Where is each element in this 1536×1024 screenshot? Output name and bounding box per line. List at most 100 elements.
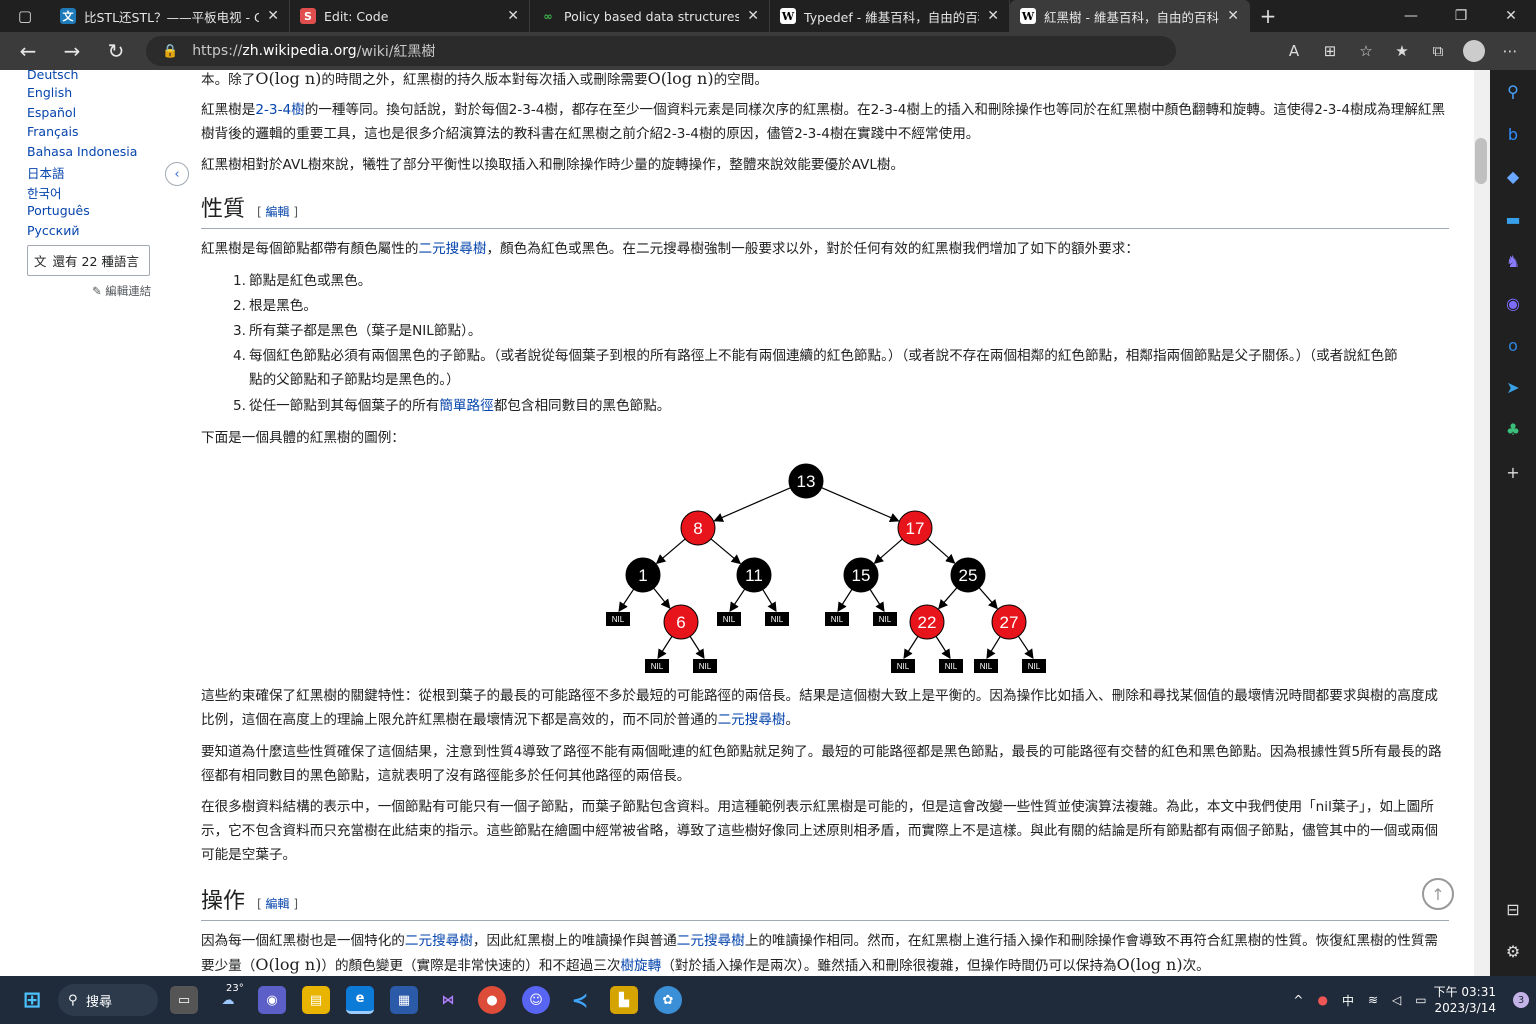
edit-section-link[interactable]: 編輯 xyxy=(266,205,290,219)
close-tab-icon[interactable]: ✕ xyxy=(267,8,279,24)
store-icon[interactable]: ▦ xyxy=(390,986,418,1014)
collapse-sidebar-icon[interactable]: ‹ xyxy=(165,162,189,186)
taskbar: ⊞ ⚲ 搜尋 ▭ ☁ 23° ◉ ▤ e ▦ ⋈ ● ☺ ≺ ▙ ✿ ^ ● 中 … xyxy=(0,976,1536,1024)
tab-3[interactable]: W Typedef - 維基百科，自由的百科 ✕ xyxy=(770,0,1010,32)
lang-link[interactable]: Français xyxy=(27,124,79,139)
tab-4[interactable]: W 紅黑樹 - 維基百科，自由的百科全 ✕ xyxy=(1010,0,1250,32)
favorites-icon[interactable]: ★ xyxy=(1384,42,1420,60)
lang-link[interactable]: Русский xyxy=(27,223,79,238)
input-method[interactable]: 中 xyxy=(1342,992,1354,1009)
taskbar-search[interactable]: ⚲ 搜尋 xyxy=(58,984,158,1016)
games-icon[interactable]: ♞ xyxy=(1490,252,1536,271)
search-icon[interactable]: ⚲ xyxy=(1490,82,1536,101)
link-bst[interactable]: 二元搜尋樹 xyxy=(718,712,786,728)
forward-icon[interactable]: → xyxy=(50,39,94,63)
link-tree-rotation[interactable]: 樹旋轉 xyxy=(620,958,661,974)
task-view-icon[interactable]: ▭ xyxy=(170,986,198,1014)
add-favorite-icon[interactable]: ☆ xyxy=(1348,42,1384,60)
tree-edge xyxy=(762,589,777,613)
paragraph: 紅黑樹是每個節點都帶有顏色屬性的二元搜尋樹，顏色為紅色或黑色。在二元搜尋樹強制一… xyxy=(201,241,1139,257)
discord-icon[interactable]: ☺ xyxy=(522,986,550,1014)
tree-icon[interactable]: ♣ xyxy=(1490,420,1536,439)
link-bst[interactable]: 二元搜尋樹 xyxy=(405,933,473,949)
volume-icon[interactable]: ◁ xyxy=(1392,993,1401,1007)
tab-actions-icon[interactable]: ▢ xyxy=(0,0,50,32)
tree-node-label: 1 xyxy=(638,566,647,585)
section-heading-operations: 操作[ 編輯 ] xyxy=(201,890,1449,921)
battery-icon[interactable]: ▭ xyxy=(1415,993,1426,1007)
edit-section-link[interactable]: 編輯 xyxy=(266,897,290,911)
settings-icon[interactable]: ⚙ xyxy=(1490,942,1536,961)
drop-icon[interactable]: ➤ xyxy=(1490,378,1536,397)
link-bst[interactable]: 二元搜尋樹 xyxy=(419,241,487,257)
lang-link[interactable]: Bahasa Indonesia xyxy=(27,144,137,159)
app-icon[interactable]: ▙ xyxy=(610,986,638,1014)
page-scrollbar[interactable] xyxy=(1474,70,1490,976)
profile-avatar[interactable] xyxy=(1463,40,1485,62)
bing-icon[interactable]: b xyxy=(1490,125,1536,144)
shopping-icon[interactable]: ◆ xyxy=(1490,167,1536,186)
collections-icon[interactable]: ⧉ xyxy=(1420,42,1456,60)
paragraph: 因為每一個紅黑樹也是一個特化的二元搜尋樹，因此紅黑樹上的唯讀操作與普通二元搜尋樹… xyxy=(201,933,1439,974)
app-icon[interactable]: ✿ xyxy=(654,986,682,1014)
more-languages-button[interactable]: 文還有 22 種語言 xyxy=(27,245,150,276)
scrollbar-thumb[interactable] xyxy=(1475,138,1487,184)
scroll-to-top-icon[interactable]: ↑ xyxy=(1422,878,1454,910)
tree-edge xyxy=(986,636,1001,660)
link-234-tree[interactable]: 2-3-4樹 xyxy=(255,102,304,118)
tree-edge xyxy=(710,538,742,565)
link-simple-path[interactable]: 簡單路徑 xyxy=(439,398,493,414)
wifi-icon[interactable]: ≋ xyxy=(1368,993,1378,1007)
app-available-icon[interactable]: ⊞ xyxy=(1312,42,1348,60)
notification-badge[interactable]: 3 xyxy=(1513,992,1529,1008)
address-bar[interactable]: 🔒 https://zh.wikipedia.org/wiki/紅黑樹 xyxy=(146,36,1176,66)
lang-link[interactable]: English xyxy=(27,85,72,100)
tab-0[interactable]: 文比STL还STL？——平板电视 - Cha ✕ xyxy=(50,0,290,32)
link-bst[interactable]: 二元搜尋樹 xyxy=(677,933,745,949)
vscode-icon[interactable]: ≺ xyxy=(566,986,594,1014)
paragraph: 本。除了O(log n)的時間之外，紅黑樹的持久版本對每次插入或刪除需要O(lo… xyxy=(201,70,768,88)
close-tab-icon[interactable]: ✕ xyxy=(747,8,759,24)
chevron-up-icon[interactable]: ^ xyxy=(1293,993,1303,1007)
hide-sidebar-icon[interactable]: ⊟ xyxy=(1490,900,1536,919)
minimize-icon[interactable]: — xyxy=(1386,0,1436,32)
refresh-icon[interactable]: ↻ xyxy=(94,39,138,63)
edge-sidebar: ⚲ b ◆ ▬ ♞ ◉ o ➤ ♣ + ⊟ ⚙ xyxy=(1490,70,1536,976)
lang-link[interactable]: Português xyxy=(27,203,90,218)
tree-node-label: 11 xyxy=(745,566,763,585)
tab-2[interactable]: ∞Policy based data structures in g✕ xyxy=(530,0,770,32)
tools-icon[interactable]: ▬ xyxy=(1490,210,1536,229)
status-icon[interactable]: ● xyxy=(1317,993,1327,1007)
close-tab-icon[interactable]: ✕ xyxy=(1227,8,1239,24)
add-sidebar-app-icon[interactable]: + xyxy=(1490,463,1536,482)
read-aloud-icon[interactable]: A xyxy=(1276,42,1312,60)
back-icon[interactable]: ← xyxy=(6,39,50,63)
edge-icon[interactable]: e xyxy=(346,986,374,1014)
visual-studio-icon[interactable]: ⋈ xyxy=(434,986,462,1014)
close-tab-icon[interactable]: ✕ xyxy=(987,8,999,24)
edit-links[interactable]: ✎ 編輯連結 xyxy=(92,283,151,299)
close-window-icon[interactable]: ✕ xyxy=(1486,0,1536,32)
windows-start-icon[interactable]: ⊞ xyxy=(18,986,46,1014)
new-tab-button[interactable]: + xyxy=(1250,0,1286,32)
properties-list: 1. 節點是紅色或黑色。 2. 根是黑色。 3. 所有葉子都是黑色（葉子是NIL節點）… xyxy=(233,269,1453,419)
chrome-icon[interactable]: ● xyxy=(478,986,506,1014)
close-tab-icon[interactable]: ✕ xyxy=(507,8,519,24)
tree-edge xyxy=(653,587,671,609)
clock[interactable]: 下午 03:31 2023/3/14 xyxy=(1434,984,1496,1016)
teams-icon[interactable]: ◉ xyxy=(258,986,286,1014)
restore-icon[interactable]: ❐ xyxy=(1436,0,1486,32)
tab-1[interactable]: S Edit: Code ✕ xyxy=(290,0,530,32)
lang-link[interactable]: 日本語 xyxy=(27,163,65,182)
lang-link[interactable]: Español xyxy=(27,105,76,120)
file-explorer-icon[interactable]: ▤ xyxy=(302,986,330,1014)
tree-node-label: 6 xyxy=(676,613,685,632)
tree-edge xyxy=(837,589,853,613)
microsoft365-icon[interactable]: ◉ xyxy=(1490,294,1536,313)
outlook-icon[interactable]: o xyxy=(1490,336,1536,355)
more-icon[interactable]: ⋯ xyxy=(1492,42,1528,60)
lang-link[interactable]: 한국어 xyxy=(27,183,62,202)
lang-link[interactable]: Deutsch xyxy=(27,70,78,82)
tree-edge xyxy=(873,538,903,564)
tree-node-label: 15 xyxy=(852,566,871,585)
